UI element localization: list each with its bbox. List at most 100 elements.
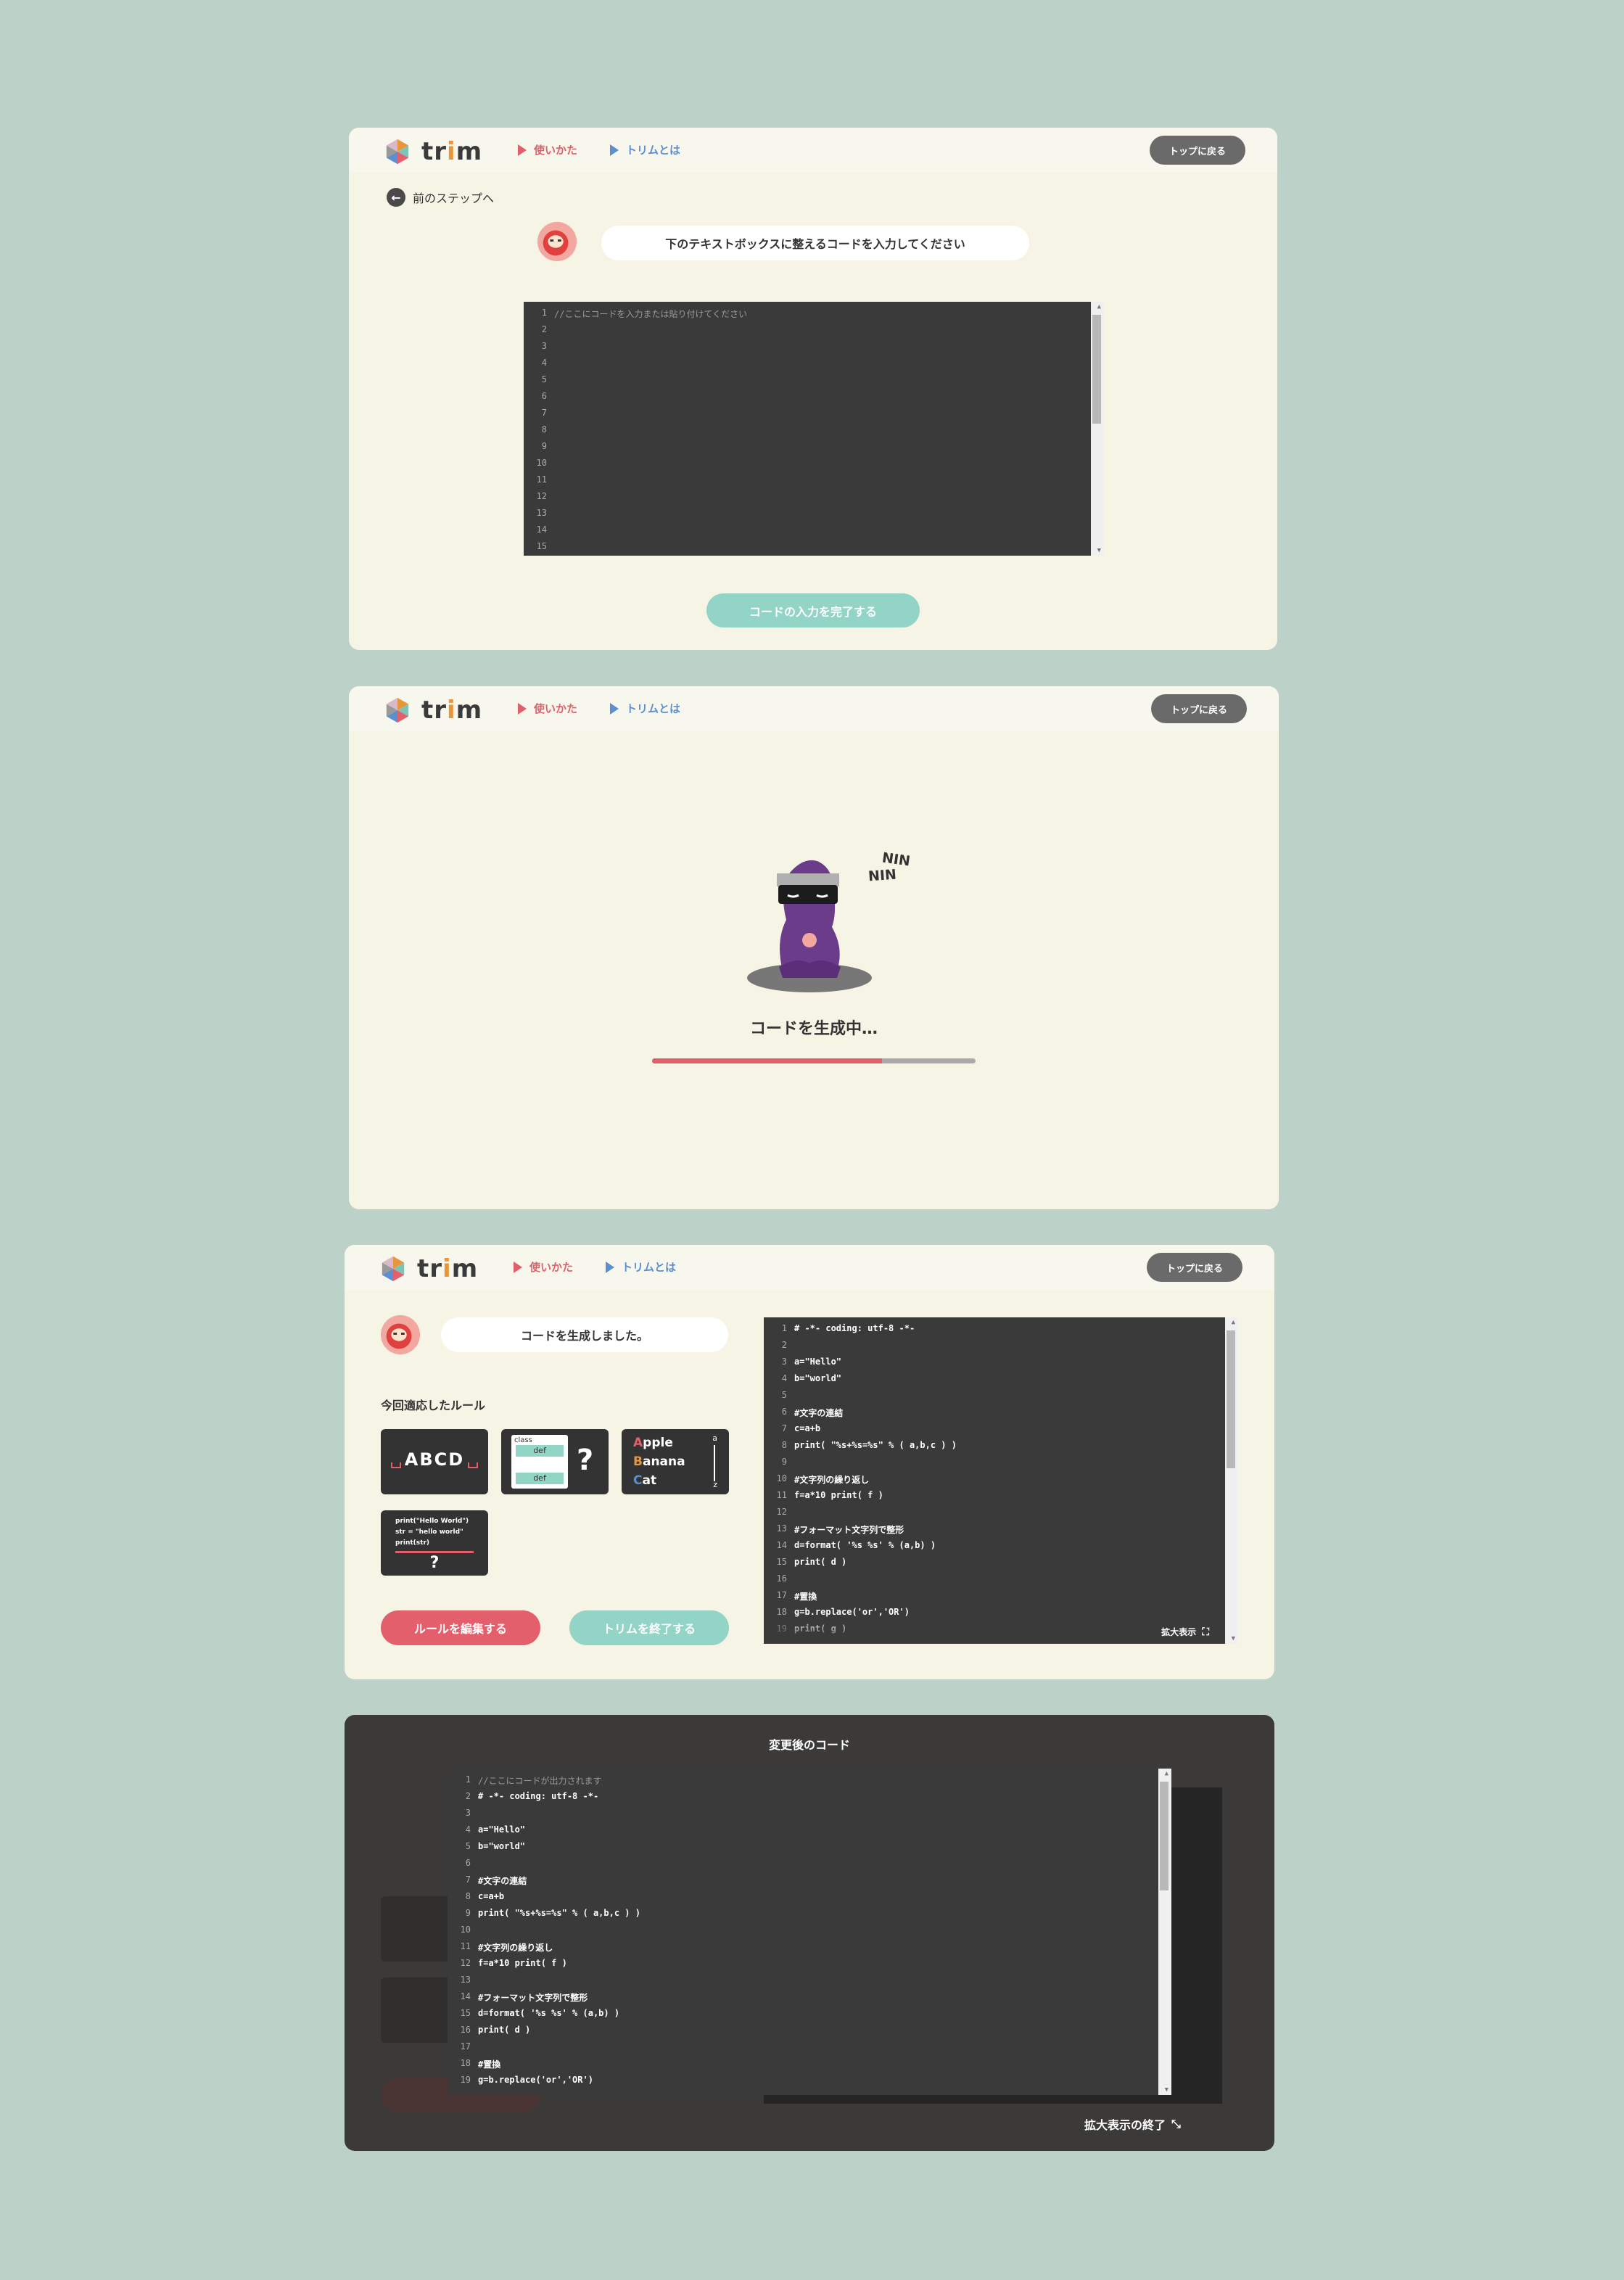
print-code-sample: print("Hello World") str = "hello world"… bbox=[395, 1516, 469, 1549]
rule-card-alphabetical[interactable]: Apple Banana Cat a z bbox=[622, 1429, 729, 1494]
line-number: 1 bbox=[781, 1323, 787, 1333]
line-number: 12 bbox=[460, 1958, 471, 1968]
line-number: 18 bbox=[460, 2058, 471, 2068]
line-number: 10 bbox=[460, 1925, 471, 1935]
rule-card-spacing[interactable]: ABCD bbox=[381, 1429, 488, 1494]
previous-step-link[interactable]: ← 前のステップへ bbox=[387, 188, 494, 207]
line-number: 5 bbox=[781, 1390, 787, 1400]
play-icon bbox=[514, 1261, 522, 1273]
code-line: b="world" bbox=[794, 1373, 842, 1383]
exit-zoom-button[interactable]: 拡大表示の終了 ⤡ bbox=[1084, 2115, 1181, 2133]
result-step-panel: trim 使いかた トリムとは トップに戻る コードを生成しました。 今回適応し… bbox=[345, 1245, 1274, 1679]
line-number: 1 bbox=[465, 1774, 471, 1785]
line-number: 12 bbox=[536, 491, 547, 501]
expanded-code-editor[interactable]: 1 //ここにコードが出力されます 2 # -*- coding: utf-8 -*-… bbox=[448, 1769, 1171, 2095]
rule-card-print[interactable]: print("Hello World") str = "hello world"… bbox=[381, 1510, 488, 1576]
trim-logo-icon bbox=[386, 139, 409, 165]
print-line-2: str = "hello world" bbox=[395, 1528, 463, 1536]
nav-usage-label: 使いかた bbox=[534, 702, 578, 715]
nav-about-link[interactable]: トリムとは bbox=[606, 1259, 676, 1275]
complete-input-button[interactable]: コードの入力を完了する bbox=[706, 593, 920, 627]
line-number: 17 bbox=[776, 1590, 787, 1600]
applied-rules-heading: 今回適応したルール bbox=[381, 1399, 486, 1412]
play-icon bbox=[518, 702, 527, 715]
trim-logo[interactable]: trim bbox=[384, 137, 482, 166]
line-number: 16 bbox=[776, 1573, 787, 1584]
zoom-view-button[interactable]: 拡大表示 ⛶ bbox=[1161, 1626, 1209, 1638]
question-mark: ? bbox=[429, 1554, 440, 1572]
line-number: 4 bbox=[541, 358, 547, 368]
line-number: 8 bbox=[465, 1891, 471, 1901]
line-number: 14 bbox=[460, 1991, 471, 2001]
line-number: 10 bbox=[776, 1473, 787, 1483]
code-line: #置換 bbox=[794, 1592, 817, 1602]
rule-card-class-def[interactable]: class def def ? bbox=[501, 1429, 609, 1494]
line-number: 15 bbox=[776, 1557, 787, 1567]
code-line: c=a+b bbox=[478, 1891, 505, 1901]
ninja-sound-text-1: NIN bbox=[881, 849, 912, 870]
back-to-top-button[interactable]: トップに戻る bbox=[1151, 694, 1247, 723]
header: trim 使いかた トリムとは トップに戻る bbox=[345, 1245, 1274, 1290]
logo-text: trim bbox=[421, 696, 483, 725]
modal-scrollbar[interactable]: ▲ ▼ bbox=[1158, 1769, 1171, 2095]
nav-about-label: トリムとは bbox=[626, 702, 681, 715]
line-number: 8 bbox=[781, 1440, 787, 1450]
expanded-code-modal: 変更後のコード 1 //ここにコードが出力されます 2 # -*- coding: u… bbox=[345, 1715, 1274, 2151]
code-line: c=a+b bbox=[794, 1423, 821, 1433]
line-number: 4 bbox=[781, 1373, 787, 1383]
code-line: #文字の連結 bbox=[478, 1876, 527, 1886]
exit-zoom-label: 拡大表示の終了 bbox=[1084, 2118, 1166, 2132]
line-number: 2 bbox=[781, 1340, 787, 1350]
trim-logo[interactable]: trim bbox=[379, 1254, 478, 1283]
input-step-panel: trim 使いかた トリムとは トップに戻る ← 前のステップへ 下のテキストボ… bbox=[349, 128, 1277, 650]
sort-to-label: z bbox=[713, 1480, 717, 1489]
line-number: 5 bbox=[465, 1841, 471, 1851]
space-mark-right bbox=[468, 1462, 478, 1468]
play-icon bbox=[610, 702, 619, 715]
line-number: 16 bbox=[460, 2025, 471, 2035]
nav-about-label: トリムとは bbox=[622, 1261, 677, 1274]
collapse-icon: ⤡ bbox=[1171, 2117, 1181, 2131]
logo-text: trim bbox=[417, 1254, 479, 1283]
play-icon bbox=[610, 144, 619, 156]
back-to-top-button[interactable]: トップに戻る bbox=[1147, 1253, 1242, 1282]
editor-scrollbar[interactable]: ▲ ▼ bbox=[1091, 302, 1104, 556]
print-underline bbox=[395, 1551, 474, 1553]
code-line: #置換 bbox=[478, 2059, 501, 2070]
loading-status-text: コードを生成中… bbox=[749, 1020, 878, 1038]
nav-usage-link[interactable]: 使いかた bbox=[514, 1259, 573, 1275]
line-number: 13 bbox=[776, 1523, 787, 1534]
back-to-top-button[interactable]: トップに戻る bbox=[1150, 136, 1245, 165]
line-number: 12 bbox=[776, 1507, 787, 1517]
line-number: 11 bbox=[460, 1941, 471, 1951]
line-number: 3 bbox=[781, 1357, 787, 1367]
def-label-1: def bbox=[516, 1445, 564, 1457]
trim-logo[interactable]: trim bbox=[384, 696, 482, 725]
generated-code-viewer[interactable]: 1 # -*- coding: utf-8 -*- 2 3 a="Hello" 4 b="w… bbox=[764, 1317, 1238, 1644]
nav-usage-link[interactable]: 使いかた bbox=[518, 701, 577, 716]
modal-title: 変更後のコード bbox=[768, 1738, 850, 1752]
progress-bar bbox=[652, 1058, 976, 1063]
end-trim-button[interactable]: トリムを終了する bbox=[569, 1610, 729, 1645]
instruction-bubble: 下のテキストボックスに整えるコードを入力してください bbox=[601, 226, 1029, 260]
line-number: 13 bbox=[460, 1975, 471, 1985]
nav-about-link[interactable]: トリムとは bbox=[610, 701, 680, 716]
nav-usage-link[interactable]: 使いかた bbox=[518, 142, 577, 157]
code-line: # -*- coding: utf-8 -*- bbox=[794, 1323, 915, 1333]
edit-rules-button[interactable]: ルールを編集する bbox=[381, 1610, 540, 1645]
viewer-scrollbar[interactable]: ▲ ▼ bbox=[1225, 1317, 1238, 1644]
daruma-avatar bbox=[380, 1314, 421, 1355]
code-line: # -*- coding: utf-8 -*- bbox=[478, 1791, 599, 1801]
code-line: d=format( '%s %s' % (a,b) ) bbox=[794, 1540, 936, 1550]
code-line: a="Hello" bbox=[478, 1824, 526, 1835]
logo-text: trim bbox=[421, 137, 483, 166]
nav-about-link[interactable]: トリムとは bbox=[610, 142, 680, 157]
code-input-editor[interactable]: 12345678910111213141516 //ここにコードを入力または貼り… bbox=[524, 302, 1104, 556]
code-line: g=b.replace('or','OR') bbox=[478, 2075, 593, 2085]
code-line: #文字列の繰り返し bbox=[794, 1475, 870, 1485]
line-number: 7 bbox=[465, 1874, 471, 1885]
code-line: f=a*10 print( f ) bbox=[794, 1490, 883, 1500]
fade-overlay bbox=[764, 1615, 1225, 1644]
zoom-label: 拡大表示 bbox=[1161, 1627, 1197, 1637]
line-number: 1 bbox=[541, 308, 547, 318]
